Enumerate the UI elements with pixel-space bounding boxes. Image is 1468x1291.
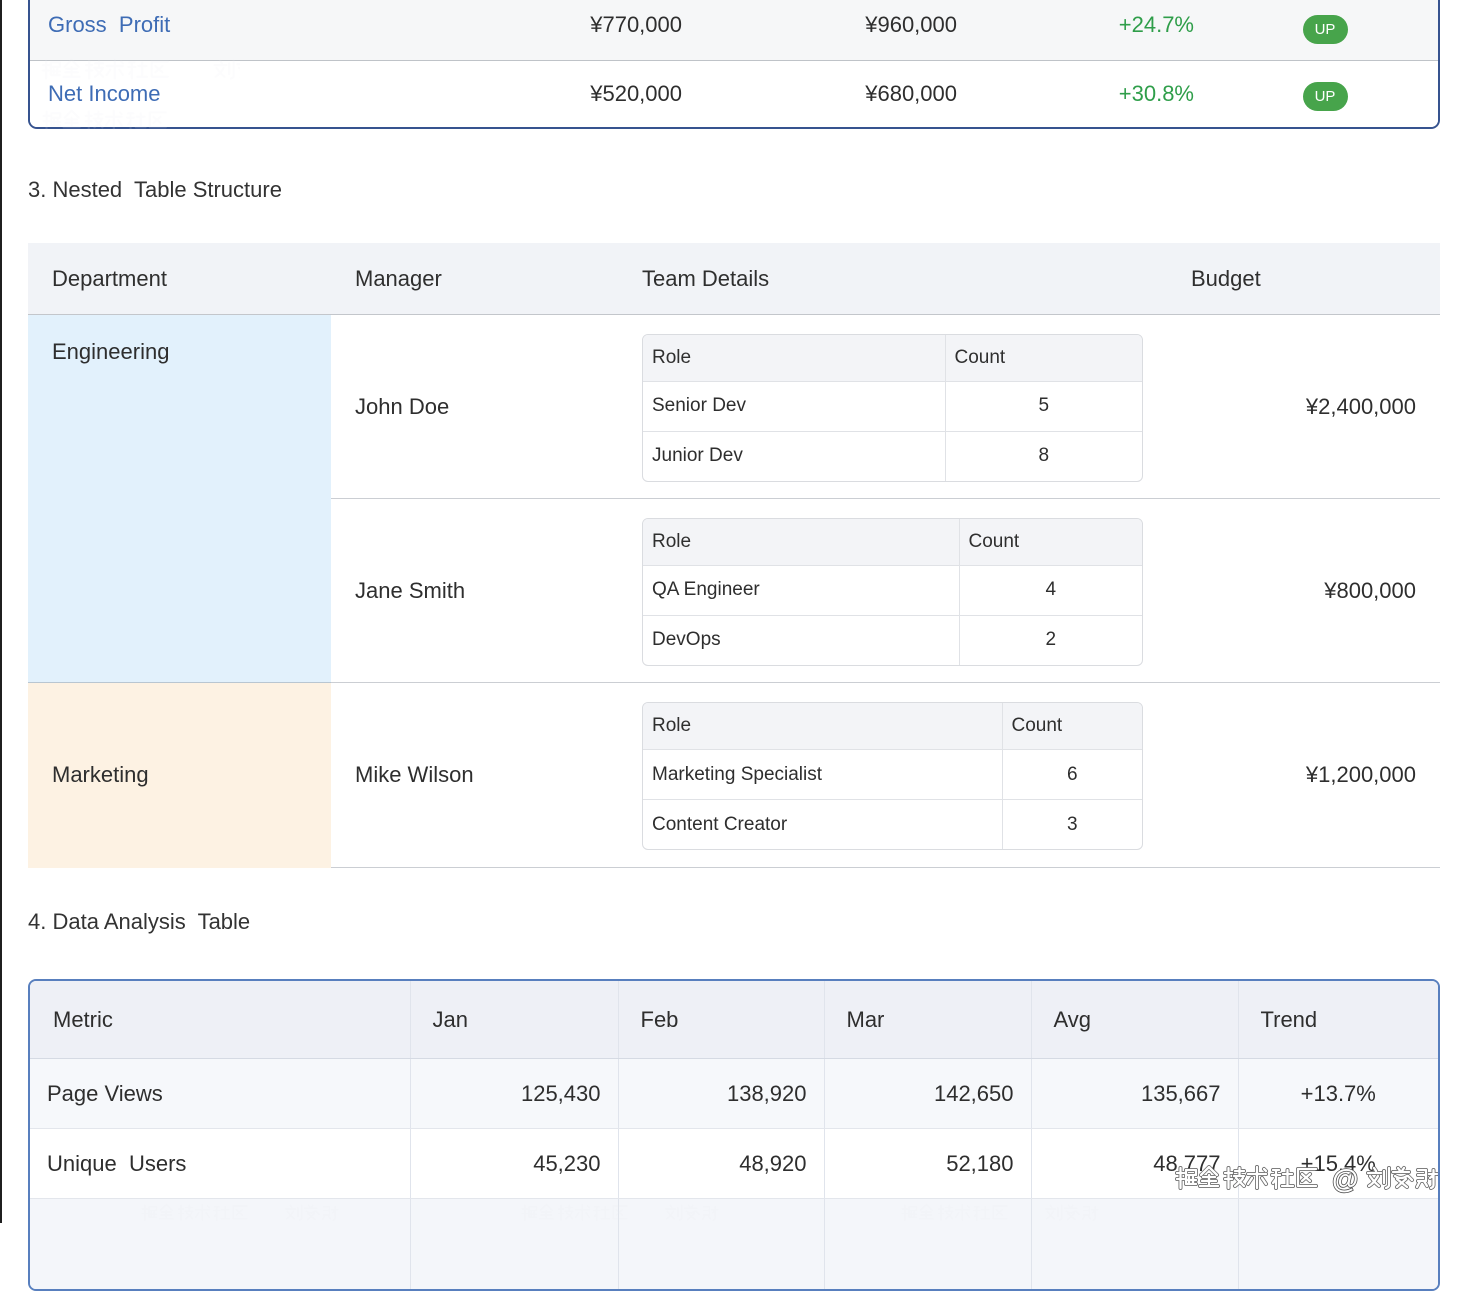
svg-text:@: @ <box>1332 1164 1358 1194</box>
